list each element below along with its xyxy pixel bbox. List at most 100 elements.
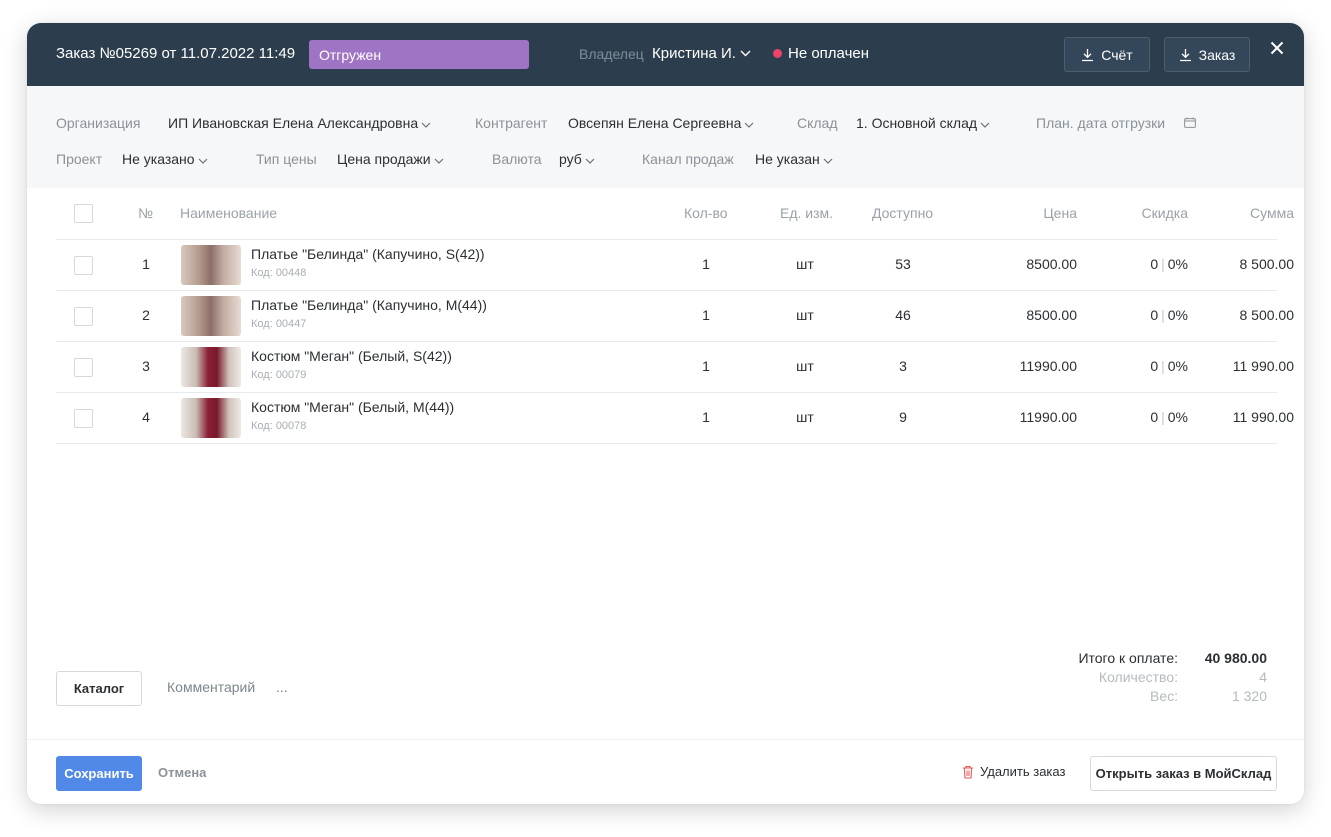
- sum-value: 11 990.00: [1232, 358, 1294, 374]
- discount-percent: 0%: [1167, 358, 1188, 374]
- column-discount: Скидка: [1141, 205, 1188, 221]
- discount-value[interactable]: 0 | 0%: [1096, 409, 1188, 425]
- download-order-button[interactable]: Заказ: [1164, 37, 1250, 72]
- discount-value[interactable]: 0 | 0%: [1096, 256, 1188, 272]
- currency-select[interactable]: руб: [559, 151, 595, 167]
- sum-value: 8 500.00: [1239, 307, 1295, 323]
- table-row: 2 Платье "Белинда" (Капучино, M(44)) Код…: [56, 291, 1294, 342]
- discount-percent: 0%: [1167, 307, 1188, 323]
- product-thumbnail[interactable]: [181, 398, 241, 438]
- product-thumbnail[interactable]: [181, 347, 241, 387]
- available-value: 9: [899, 409, 907, 425]
- product-thumbnail[interactable]: [181, 245, 241, 285]
- quantity-row: Количество: 4: [1048, 669, 1267, 688]
- counterparty-select[interactable]: Овсепян Елена Сергеевна: [568, 115, 754, 131]
- counterparty-label: Контрагент: [475, 115, 548, 131]
- discount-percent: 0%: [1167, 256, 1188, 272]
- price-value[interactable]: 8500.00: [976, 307, 1077, 323]
- price-type-select[interactable]: Цена продажи: [337, 151, 444, 167]
- download-icon: [1082, 48, 1094, 61]
- owner-label: Владелец: [579, 46, 644, 62]
- more-options-button[interactable]: ...: [276, 679, 288, 695]
- price-type-label: Тип цены: [256, 151, 317, 167]
- warehouse-value: 1. Основной склад: [856, 115, 978, 131]
- product-thumbnail[interactable]: [181, 296, 241, 336]
- total-value: 40 980.00: [1204, 650, 1267, 666]
- order-filters: Организация ИП Ивановская Елена Александ…: [27, 86, 1304, 188]
- chevron-down-icon: [585, 151, 595, 167]
- organization-value: ИП Ивановская Елена Александровна: [168, 115, 419, 131]
- owner-select[interactable]: Кристина И.: [652, 45, 751, 62]
- order-modal: Заказ №05269 от 11.07.2022 11:49 Отгруже…: [27, 23, 1304, 804]
- project-select[interactable]: Не указано: [122, 151, 208, 167]
- discount-percent: 0%: [1167, 409, 1188, 425]
- comment-link[interactable]: Комментарий: [167, 679, 255, 695]
- open-in-moysklad-button[interactable]: Открыть заказ в МойСклад: [1090, 756, 1277, 791]
- row-checkbox[interactable]: [74, 256, 93, 275]
- quantity-value[interactable]: 1: [696, 409, 716, 425]
- quantity-value[interactable]: 1: [696, 256, 716, 272]
- chevron-down-icon: [744, 115, 754, 131]
- price-value[interactable]: 11990.00: [976, 358, 1077, 374]
- delete-order-link[interactable]: Удалить заказ: [962, 764, 1065, 779]
- price-value[interactable]: 11990.00: [976, 409, 1077, 425]
- discount-amount: 0: [1150, 409, 1159, 425]
- product-name[interactable]: Платье "Белинда" (Капучино, M(44)): [251, 297, 487, 313]
- unit-value: шт: [796, 307, 814, 323]
- order-items-table: № Наименование Кол-во Ед. изм. Доступно …: [56, 188, 1294, 444]
- discount-value[interactable]: 0 | 0%: [1096, 307, 1188, 323]
- close-icon[interactable]: [1270, 36, 1284, 60]
- order-status-select[interactable]: Отгружен: [309, 40, 529, 69]
- weight-label: Вес:: [1149, 688, 1178, 704]
- available-value: 46: [895, 307, 911, 323]
- download-icon: [1179, 48, 1191, 61]
- table-row: 3 Костюм "Меган" (Белый, S(42)) Код: 000…: [56, 342, 1294, 393]
- cancel-button[interactable]: Отмена: [158, 765, 206, 780]
- modal-footer: Сохранить Отмена Удалить заказ Открыть з…: [27, 739, 1304, 804]
- download-invoice-button[interactable]: Счёт: [1064, 37, 1150, 72]
- row-checkbox[interactable]: [74, 358, 93, 377]
- discount-amount: 0: [1150, 307, 1159, 323]
- catalog-button[interactable]: Каталог: [56, 671, 142, 706]
- warehouse-select[interactable]: 1. Основной склад: [856, 115, 990, 131]
- discount-separator: |: [1161, 256, 1165, 272]
- order-totals: Итого к оплате: 40 980.00 Количество: 4 …: [1048, 650, 1267, 707]
- trash-icon: [963, 765, 973, 778]
- table-header: № Наименование Кол-во Ед. изм. Доступно …: [56, 188, 1294, 240]
- sum-value: 11 990.00: [1232, 409, 1294, 425]
- row-number: 3: [142, 358, 150, 374]
- product-name[interactable]: Костюм "Меган" (Белый, S(42)): [251, 348, 452, 364]
- invoice-button-label: Счёт: [1101, 46, 1133, 63]
- quantity-total: 4: [1259, 669, 1267, 685]
- save-button[interactable]: Сохранить: [56, 756, 142, 791]
- product-code: Код: 00078: [251, 420, 307, 432]
- column-available: Доступно: [872, 205, 934, 221]
- weight-row: Вес: 1 320: [1048, 688, 1267, 707]
- column-unit: Ед. изм.: [780, 205, 834, 221]
- column-name: Наименование: [180, 205, 278, 221]
- discount-separator: |: [1161, 358, 1165, 374]
- organization-select[interactable]: ИП Ивановская Елена Александровна: [168, 115, 431, 131]
- column-qty: Кол-во: [684, 205, 728, 221]
- sales-channel-select[interactable]: Не указан: [755, 151, 833, 167]
- sum-value: 8 500.00: [1239, 256, 1295, 272]
- organization-label: Организация: [56, 115, 141, 131]
- product-name[interactable]: Платье "Белинда" (Капучино, S(42)): [251, 246, 485, 262]
- select-all-checkbox[interactable]: [74, 204, 93, 223]
- table-row: 4 Костюм "Меган" (Белый, M(44)) Код: 000…: [56, 393, 1294, 444]
- row-checkbox[interactable]: [74, 307, 93, 326]
- product-name[interactable]: Костюм "Меган" (Белый, M(44)): [251, 399, 454, 415]
- sales-channel-label: Канал продаж: [642, 151, 734, 167]
- price-value[interactable]: 8500.00: [976, 256, 1077, 272]
- discount-amount: 0: [1150, 256, 1159, 272]
- row-checkbox[interactable]: [74, 409, 93, 428]
- discount-value[interactable]: 0 | 0%: [1096, 358, 1188, 374]
- quantity-value[interactable]: 1: [696, 358, 716, 374]
- order-button-label: Заказ: [1198, 46, 1236, 63]
- project-label: Проект: [56, 151, 103, 167]
- available-value: 53: [895, 256, 911, 272]
- unit-value: шт: [796, 256, 814, 272]
- chevron-down-icon: [740, 48, 751, 60]
- calendar-icon[interactable]: [1184, 115, 1196, 133]
- quantity-value[interactable]: 1: [696, 307, 716, 323]
